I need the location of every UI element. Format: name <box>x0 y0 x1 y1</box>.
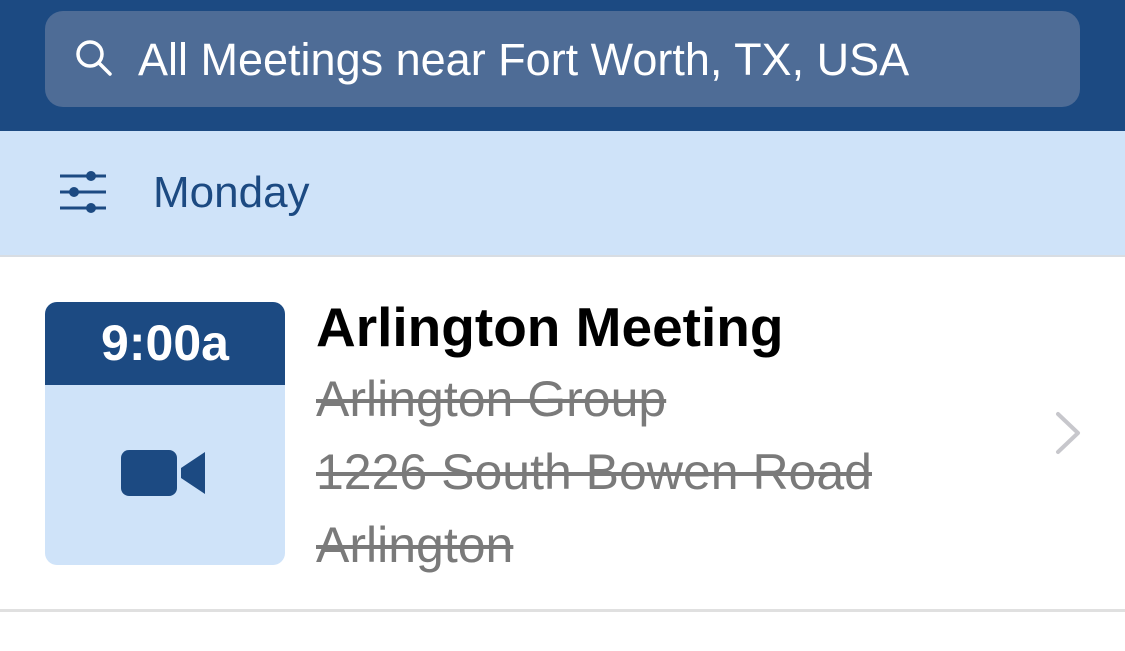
meeting-address: 1226 South Bowen Road <box>316 444 872 500</box>
meeting-list-item[interactable]: 9:00a Arlington Meeting Arlington Group … <box>0 257 1125 612</box>
meeting-time-badge: 9:00a <box>45 302 285 565</box>
meeting-city: Arlington <box>316 517 514 573</box>
sliders-icon[interactable] <box>58 170 108 214</box>
day-filter-label[interactable]: Monday <box>153 167 310 219</box>
meeting-time: 9:00a <box>45 302 285 385</box>
chevron-right-icon <box>1056 412 1080 454</box>
video-camera-icon <box>121 450 205 496</box>
top-header: All Meetings near Fort Worth, TX, USA <box>0 0 1125 131</box>
search-query-text[interactable]: All Meetings near Fort Worth, TX, USA <box>138 34 909 86</box>
meeting-title: Arlington Meeting <box>316 296 784 358</box>
search-icon <box>76 40 112 76</box>
filter-bar: Monday <box>0 131 1125 257</box>
meeting-group-name: Arlington Group <box>316 371 667 427</box>
